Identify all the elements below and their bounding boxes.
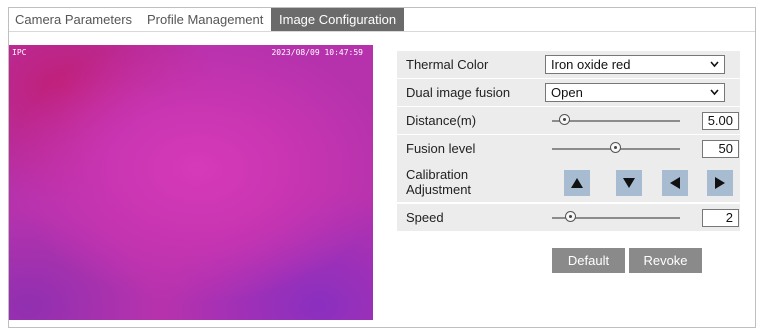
tab-image-configuration[interactable]: Image Configuration	[271, 8, 405, 31]
tab-camera-parameters[interactable]: Camera Parameters	[15, 8, 132, 32]
chevron-down-icon	[710, 61, 719, 68]
fusion-level-slider-handle[interactable]	[610, 142, 621, 153]
calibrate-down-button[interactable]	[616, 170, 642, 196]
dual-image-fusion-select[interactable]: Open	[545, 83, 725, 102]
arrow-up-icon	[571, 178, 583, 188]
fusion-level-slider[interactable]	[552, 142, 680, 153]
dual-image-fusion-row: Dual image fusion Open	[397, 79, 740, 106]
tab-bar: Camera Parameters Profile Management Ima…	[9, 8, 755, 32]
osd-channel-label: IPC	[12, 48, 27, 57]
speed-slider[interactable]	[552, 211, 680, 222]
distance-row: Distance(m) 5.00	[397, 107, 740, 134]
default-button[interactable]: Default	[552, 248, 625, 273]
chevron-down-icon	[710, 89, 719, 96]
tab-profile-management[interactable]: Profile Management	[147, 8, 263, 32]
distance-input[interactable]: 5.00	[702, 112, 739, 130]
dual-image-fusion-label: Dual image fusion	[406, 85, 511, 100]
dual-image-fusion-value: Open	[551, 85, 583, 100]
arrow-left-icon	[670, 177, 680, 189]
osd-timestamp: 2023/08/09 10:47:59	[271, 48, 363, 57]
thermal-color-value: Iron oxide red	[551, 57, 631, 72]
calibrate-left-button[interactable]	[662, 170, 688, 196]
video-preview: IPC 2023/08/09 10:47:59	[9, 45, 373, 320]
calibrate-right-button[interactable]	[707, 170, 733, 196]
calibration-adjustment-row: Calibration Adjustment	[397, 162, 740, 202]
revoke-button[interactable]: Revoke	[629, 248, 702, 273]
thermal-color-select[interactable]: Iron oxide red	[545, 55, 725, 74]
fusion-level-label: Fusion level	[406, 141, 476, 156]
arrow-right-icon	[715, 177, 725, 189]
fusion-level-input[interactable]: 50	[702, 140, 739, 158]
thermal-color-label: Thermal Color	[406, 57, 489, 72]
speed-input[interactable]: 2	[702, 209, 739, 227]
calibration-label-line1: Calibration	[406, 167, 469, 182]
distance-slider[interactable]	[552, 114, 680, 125]
distance-slider-handle[interactable]	[558, 114, 570, 125]
calibration-label-line2: Adjustment	[406, 182, 472, 197]
speed-label: Speed	[406, 210, 444, 225]
speed-slider-handle[interactable]	[565, 211, 577, 222]
thermal-color-row: Thermal Color Iron oxide red	[397, 51, 740, 78]
speed-row: Speed 2	[397, 204, 740, 231]
fusion-level-row: Fusion level 50	[397, 135, 740, 162]
distance-label: Distance(m)	[406, 113, 477, 128]
calibration-adjustment-label: Calibration Adjustment	[406, 167, 516, 197]
calibrate-up-button[interactable]	[564, 170, 590, 196]
arrow-down-icon	[623, 178, 635, 188]
